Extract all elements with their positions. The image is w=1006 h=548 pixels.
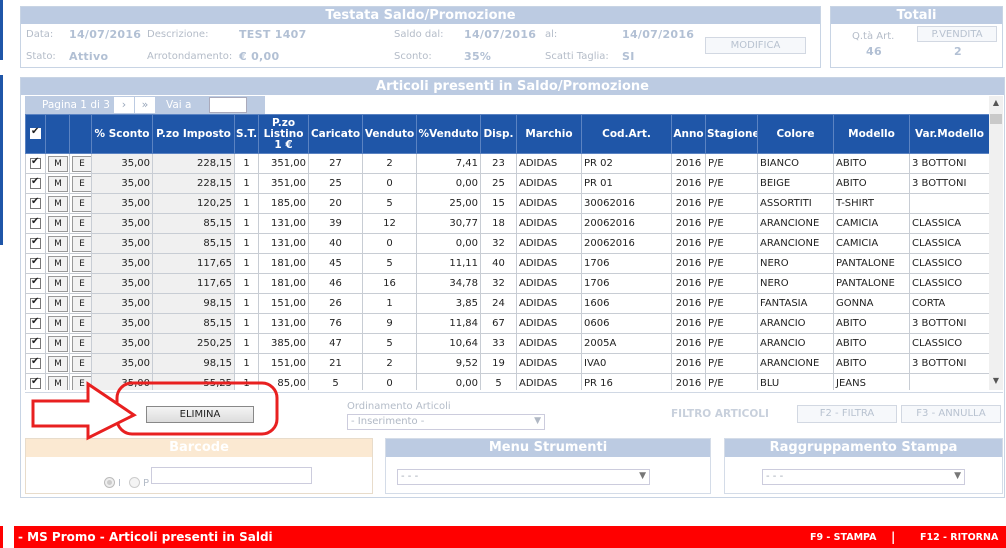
back-button[interactable]: F12 - RITORNA	[920, 532, 998, 543]
footer-title: - MS Promo - Articoli presenti in Saldi	[18, 530, 273, 544]
annotation-overlay	[31, 381, 279, 441]
footer-bar: - MS Promo - Articoli presenti in Saldi …	[14, 526, 1006, 548]
highlight-box	[115, 381, 279, 436]
print-button[interactable]: F9 - STAMPA	[810, 532, 877, 543]
footer-separator: |	[891, 530, 896, 544]
